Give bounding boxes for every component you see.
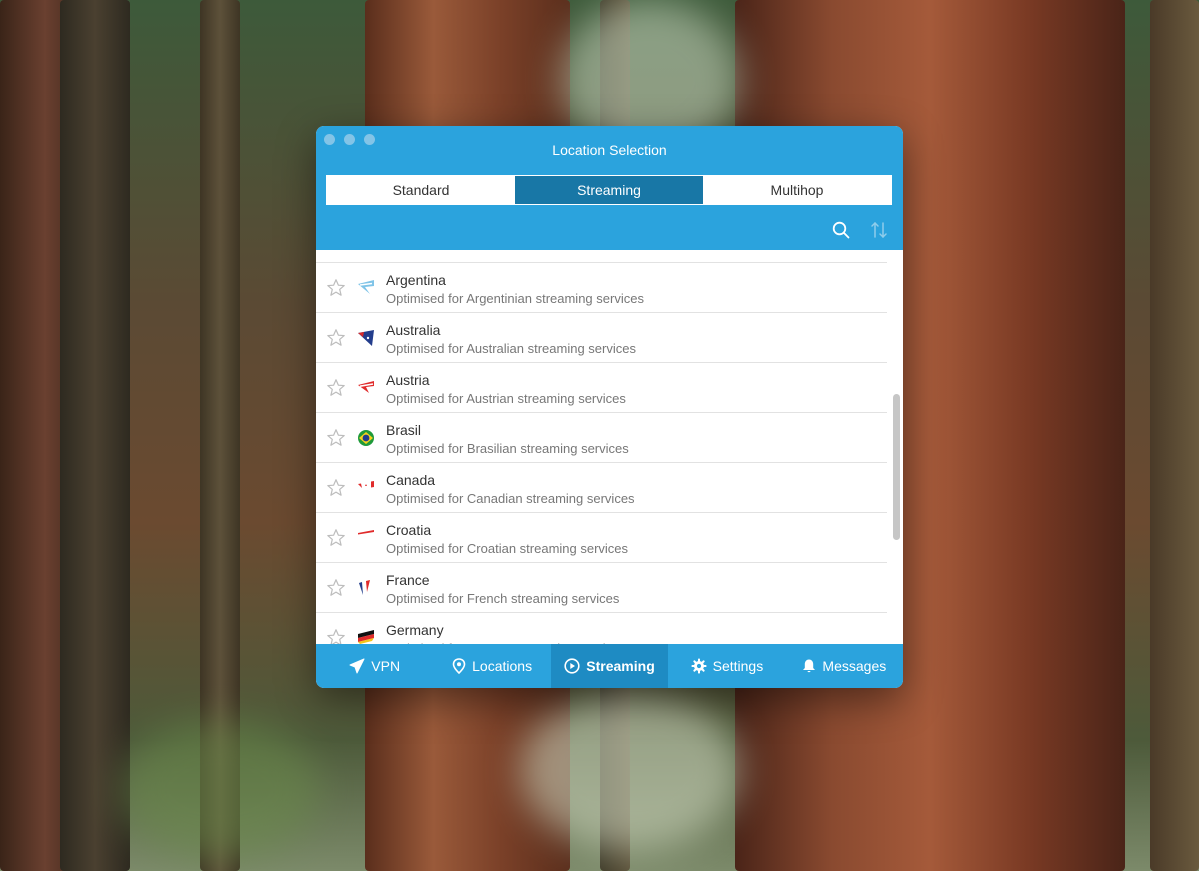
bottom-navigation: VPN Locations Streaming Settings Message… bbox=[316, 644, 903, 688]
search-icon[interactable] bbox=[831, 220, 851, 240]
tab-multihop[interactable]: Multihop bbox=[703, 176, 891, 204]
location-description: Optimised for Australian streaming servi… bbox=[386, 341, 636, 356]
nav-label: Streaming bbox=[586, 658, 655, 674]
nav-locations[interactable]: Locations bbox=[433, 644, 550, 688]
tab-streaming[interactable]: Streaming bbox=[515, 176, 703, 204]
favorite-star-icon[interactable] bbox=[326, 578, 346, 598]
favorite-star-icon[interactable] bbox=[326, 628, 346, 644]
paper-plane-icon bbox=[349, 658, 365, 674]
location-selection-window: Location Selection Standard Streaming Mu… bbox=[316, 126, 903, 688]
location-name: Argentina bbox=[386, 272, 446, 288]
location-name: Austria bbox=[386, 372, 430, 388]
nav-settings[interactable]: Settings bbox=[668, 644, 785, 688]
location-type-tabs: Standard Streaming Multihop bbox=[326, 175, 892, 205]
favorite-star-icon[interactable] bbox=[326, 428, 346, 448]
nav-label: Settings bbox=[712, 658, 764, 674]
location-row-austria[interactable]: Austria Optimised for Austrian streaming … bbox=[316, 363, 887, 413]
nav-vpn[interactable]: VPN bbox=[316, 644, 433, 688]
tab-standard[interactable]: Standard bbox=[327, 176, 515, 204]
location-name: France bbox=[386, 572, 430, 588]
favorite-star-icon[interactable] bbox=[326, 328, 346, 348]
scrollbar-thumb[interactable] bbox=[893, 394, 900, 540]
croatia-flag-icon bbox=[356, 528, 376, 548]
location-row-brasil[interactable]: Brasil Optimised for Brasilian streaming … bbox=[316, 413, 887, 463]
location-description: Optimised for Austrian streaming service… bbox=[386, 391, 626, 406]
nav-streaming[interactable]: Streaming bbox=[550, 644, 669, 688]
location-row-argentina[interactable]: Argentina Optimised for Argentinian strea… bbox=[316, 263, 887, 313]
favorite-star-icon[interactable] bbox=[326, 478, 346, 498]
location-list: Argentina Optimised for Argentinian strea… bbox=[316, 250, 903, 644]
favorite-star-icon[interactable] bbox=[326, 528, 346, 548]
location-name: Canada bbox=[386, 472, 436, 488]
partial-list-item bbox=[316, 250, 887, 263]
nav-label: Messages bbox=[822, 658, 887, 674]
location-row-australia[interactable]: Australia Optimised for Australian stream… bbox=[316, 313, 887, 363]
location-description: Optimised for Croatian streaming service… bbox=[386, 541, 629, 556]
germany-flag-icon bbox=[356, 628, 376, 644]
argentina-flag-icon bbox=[356, 278, 376, 298]
nav-label: VPN bbox=[371, 658, 401, 674]
location-row-france[interactable]: France Optimised for French streaming ser… bbox=[316, 563, 887, 613]
location-row-germany[interactable]: GermanyOptimised for German streaming se… bbox=[316, 613, 887, 644]
location-description: Optimised for Argentinian streaming serv… bbox=[386, 291, 644, 306]
location-name: Germany bbox=[386, 622, 444, 638]
canada-flag-icon bbox=[356, 478, 376, 498]
location-name: Croatia bbox=[386, 522, 432, 538]
favorite-star-icon[interactable] bbox=[326, 378, 346, 398]
location-name: Australia bbox=[386, 322, 441, 338]
location-row-croatia[interactable]: Croatia Optimised for Croatian streaming … bbox=[316, 513, 887, 563]
sort-icon[interactable] bbox=[869, 220, 889, 240]
favorite-star-icon[interactable] bbox=[326, 278, 346, 298]
gear-icon bbox=[691, 658, 707, 674]
window-header: Location Selection Standard Streaming Mu… bbox=[316, 126, 903, 250]
map-pin-icon bbox=[452, 658, 466, 674]
location-name: Brasil bbox=[386, 422, 422, 438]
nav-messages[interactable]: Messages bbox=[786, 644, 903, 688]
location-description: Optimised for Canadian streaming service… bbox=[386, 491, 635, 506]
window-title: Location Selection bbox=[552, 142, 667, 158]
play-icon bbox=[564, 658, 580, 674]
austria-flag-icon bbox=[356, 378, 376, 398]
list-toolbar bbox=[831, 220, 889, 240]
australia-flag-icon bbox=[356, 328, 376, 348]
location-row-canada[interactable]: Canada Optimised for Canadian streaming s… bbox=[316, 463, 887, 513]
bell-icon bbox=[802, 658, 816, 674]
nav-label: Locations bbox=[472, 658, 533, 674]
location-description: Optimised for Brasilian streaming servic… bbox=[386, 441, 629, 456]
brasil-flag-icon bbox=[356, 428, 376, 448]
france-flag-icon bbox=[356, 578, 376, 598]
location-description: Optimised for French streaming services bbox=[386, 591, 620, 606]
